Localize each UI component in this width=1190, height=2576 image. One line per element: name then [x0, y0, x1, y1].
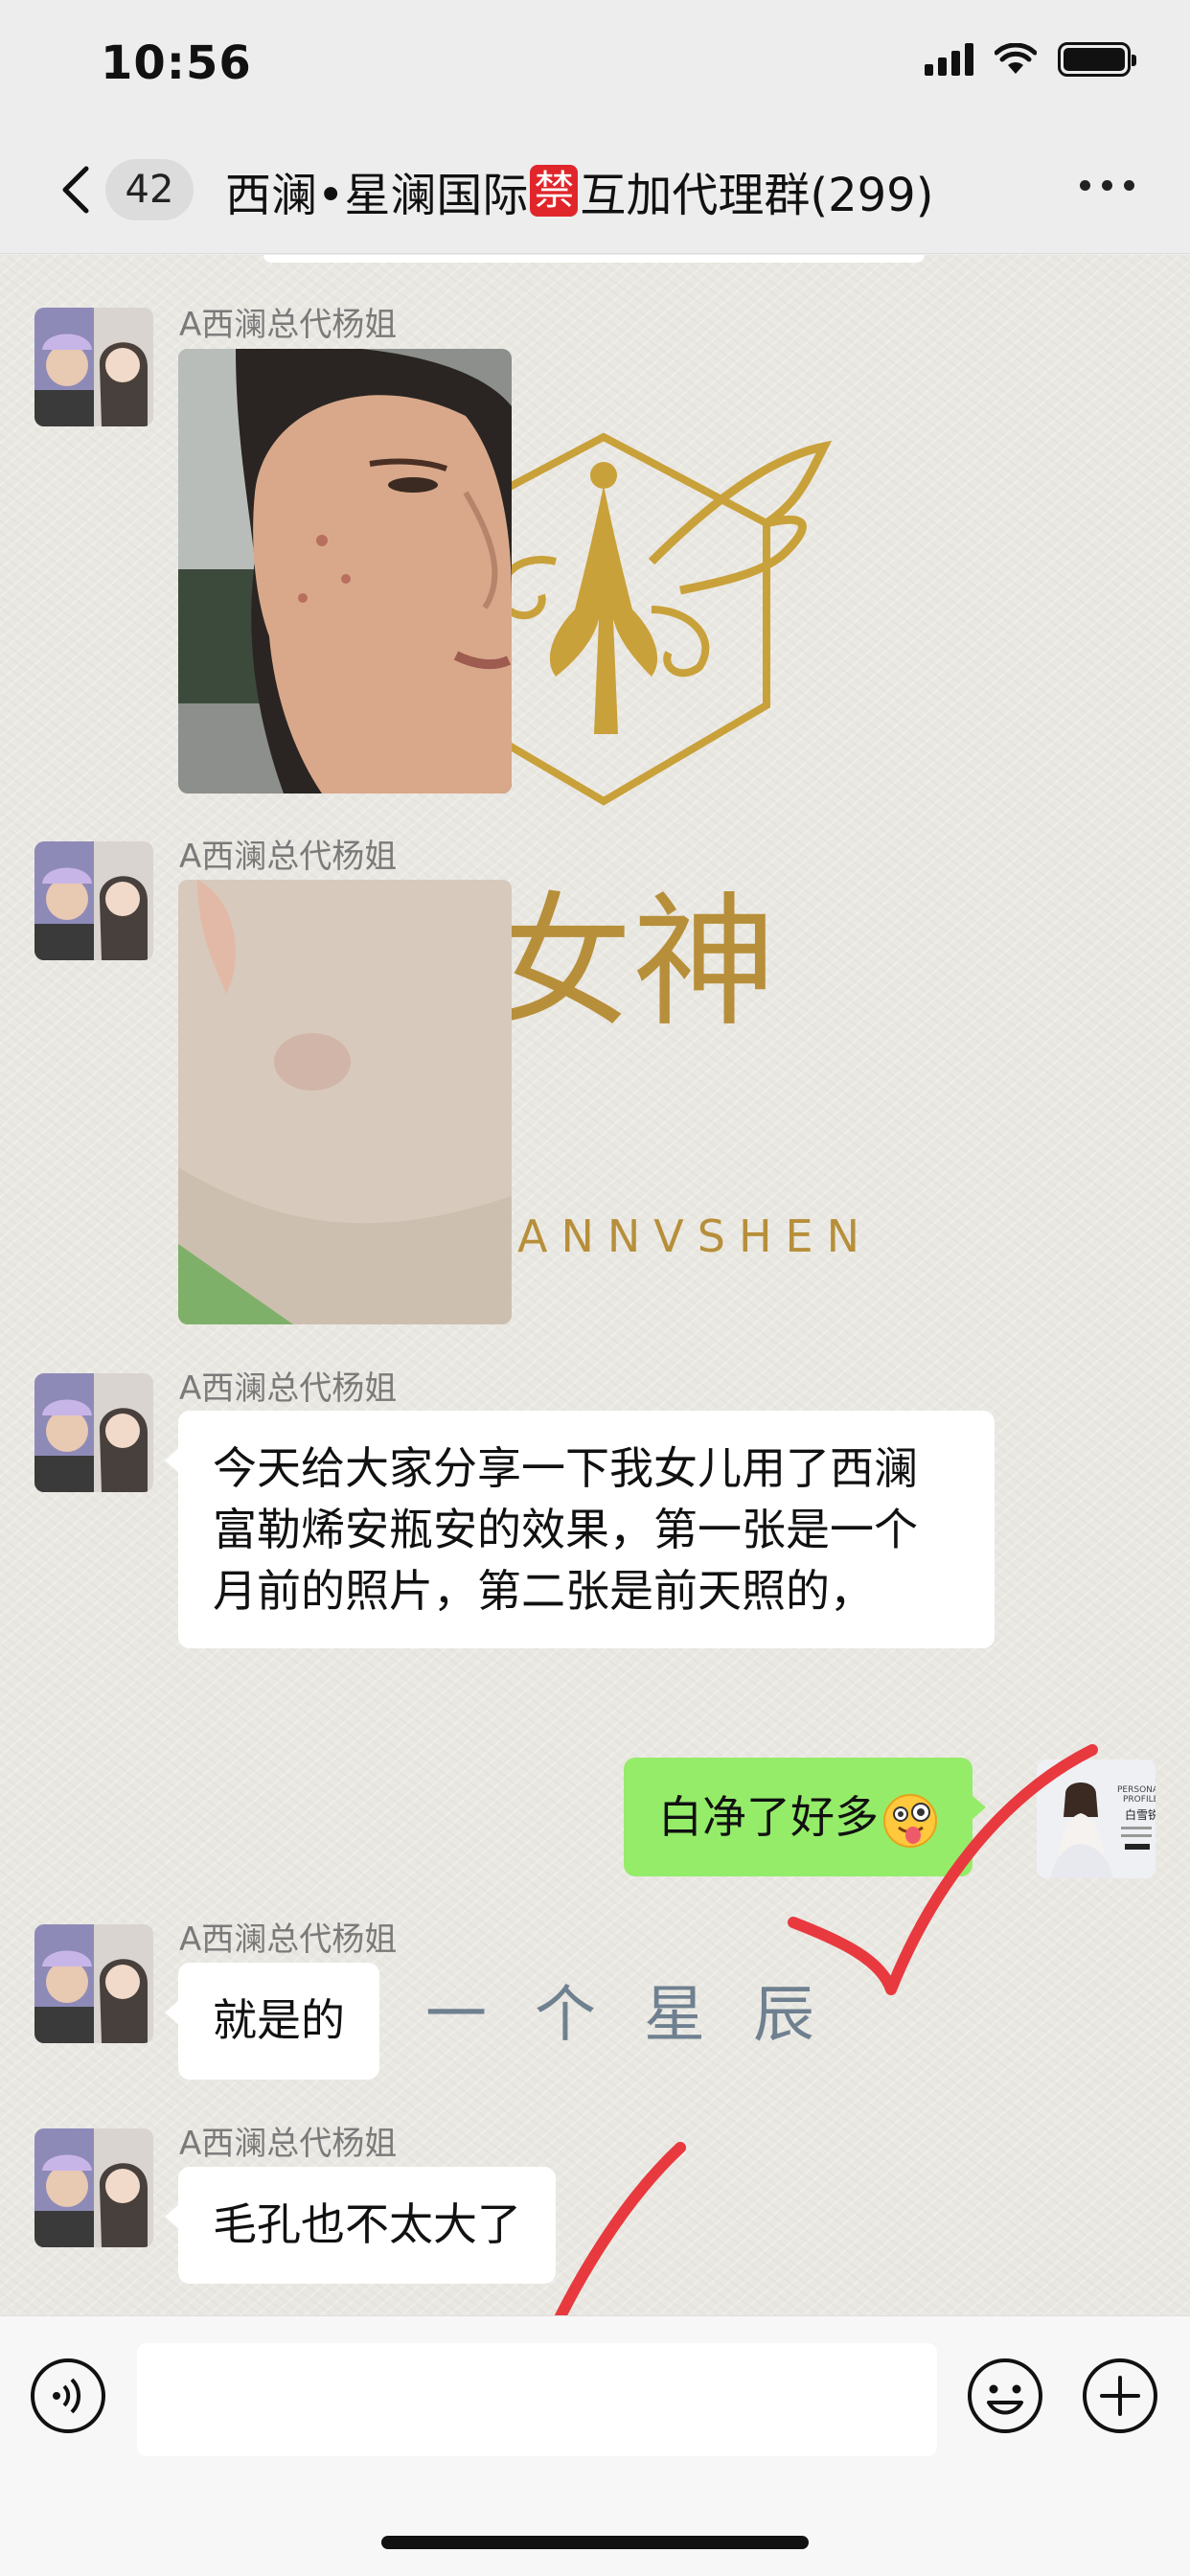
my-text-message-bubble[interactable]: 白净了好多 [624, 1758, 986, 1876]
sender-avatar[interactable] [34, 1373, 153, 1492]
previous-message-fragment [263, 255, 925, 263]
sender-name: A西澜总代杨姐 [179, 306, 398, 344]
my-avatar[interactable]: PERSONAL PROFILE 白雪锐 [1037, 1760, 1156, 1878]
chat-header: 42 西澜•星澜国际 禁 互加代理群(299) [0, 125, 1190, 254]
home-indicator[interactable] [381, 2536, 809, 2549]
unread-count-badge[interactable]: 42 [105, 159, 194, 220]
wallpaper-logo-icon: 女神 ANNVSHEN [450, 432, 873, 1262]
sender-avatar[interactable] [34, 308, 153, 426]
my-avatar-card-name: 白雪锐 [1125, 1807, 1156, 1822]
sender-name: A西澜总代杨姐 [179, 838, 398, 876]
voice-input-icon[interactable] [29, 2357, 107, 2435]
status-icons [925, 42, 1136, 77]
face-photo-message[interactable] [178, 349, 512, 794]
battery-icon [1058, 42, 1136, 77]
text-message-bubble[interactable]: 毛孔也不太大了 [165, 2167, 556, 2284]
status-bar: 10:56 [0, 0, 1190, 125]
sender-name: A西澜总代杨姐 [179, 2125, 398, 2163]
sender-avatar[interactable] [34, 1924, 153, 2043]
text-message-bubble[interactable]: 就是的 [165, 1963, 379, 2080]
emoji-picker-icon[interactable] [966, 2357, 1044, 2435]
wallpaper-brand-latin: ANNVSHEN [517, 1210, 873, 1262]
status-time: 10:56 [101, 36, 252, 90]
sender-avatar[interactable] [34, 841, 153, 960]
text-message-bubble[interactable]: 今天给大家分享一下我女儿用了西澜富勒烯安瓶安的效果，第一张是一个月前的照片，第二… [165, 1411, 995, 1648]
sender-avatar[interactable] [34, 2128, 153, 2247]
message-text-input[interactable] [137, 2343, 937, 2456]
my-message-text: 白净了好多 [658, 1791, 879, 1843]
wallpaper-brand-chinese: 女神 [489, 880, 776, 1046]
back-chevron-icon[interactable] [50, 163, 103, 217]
wallpaper-script-text: 下一个星辰 [316, 1980, 862, 2051]
wifi-icon [995, 43, 1037, 74]
my-avatar-card-line2: PROFILE [1123, 1795, 1156, 1805]
sender-name: A西澜总代杨姐 [179, 1920, 398, 1959]
chat-title-suffix: 互加代理群(299) [580, 169, 934, 222]
add-attachment-icon[interactable] [1081, 2357, 1159, 2435]
sender-name: A西澜总代杨姐 [179, 1369, 398, 1408]
cheek-photo-message[interactable] [178, 880, 512, 1324]
more-options-icon[interactable] [1080, 180, 1134, 191]
cellular-signal-icon [925, 43, 973, 76]
my-avatar-card-line1: PERSONAL [1117, 1785, 1156, 1795]
chat-title[interactable]: 西澜•星澜国际 禁 互加代理群(299) [225, 157, 933, 224]
chat-title-prefix: 西澜•星澜国际 [225, 169, 529, 222]
chat-message-list[interactable]: 女神 ANNVSHEN 下一个星辰 A西澜总代杨姐 A西澜总代杨姐 A西澜总代杨… [0, 255, 1190, 2315]
face-with-tongue-icon [883, 1793, 937, 1848]
ban-emoji-badge: 禁 [530, 165, 579, 217]
